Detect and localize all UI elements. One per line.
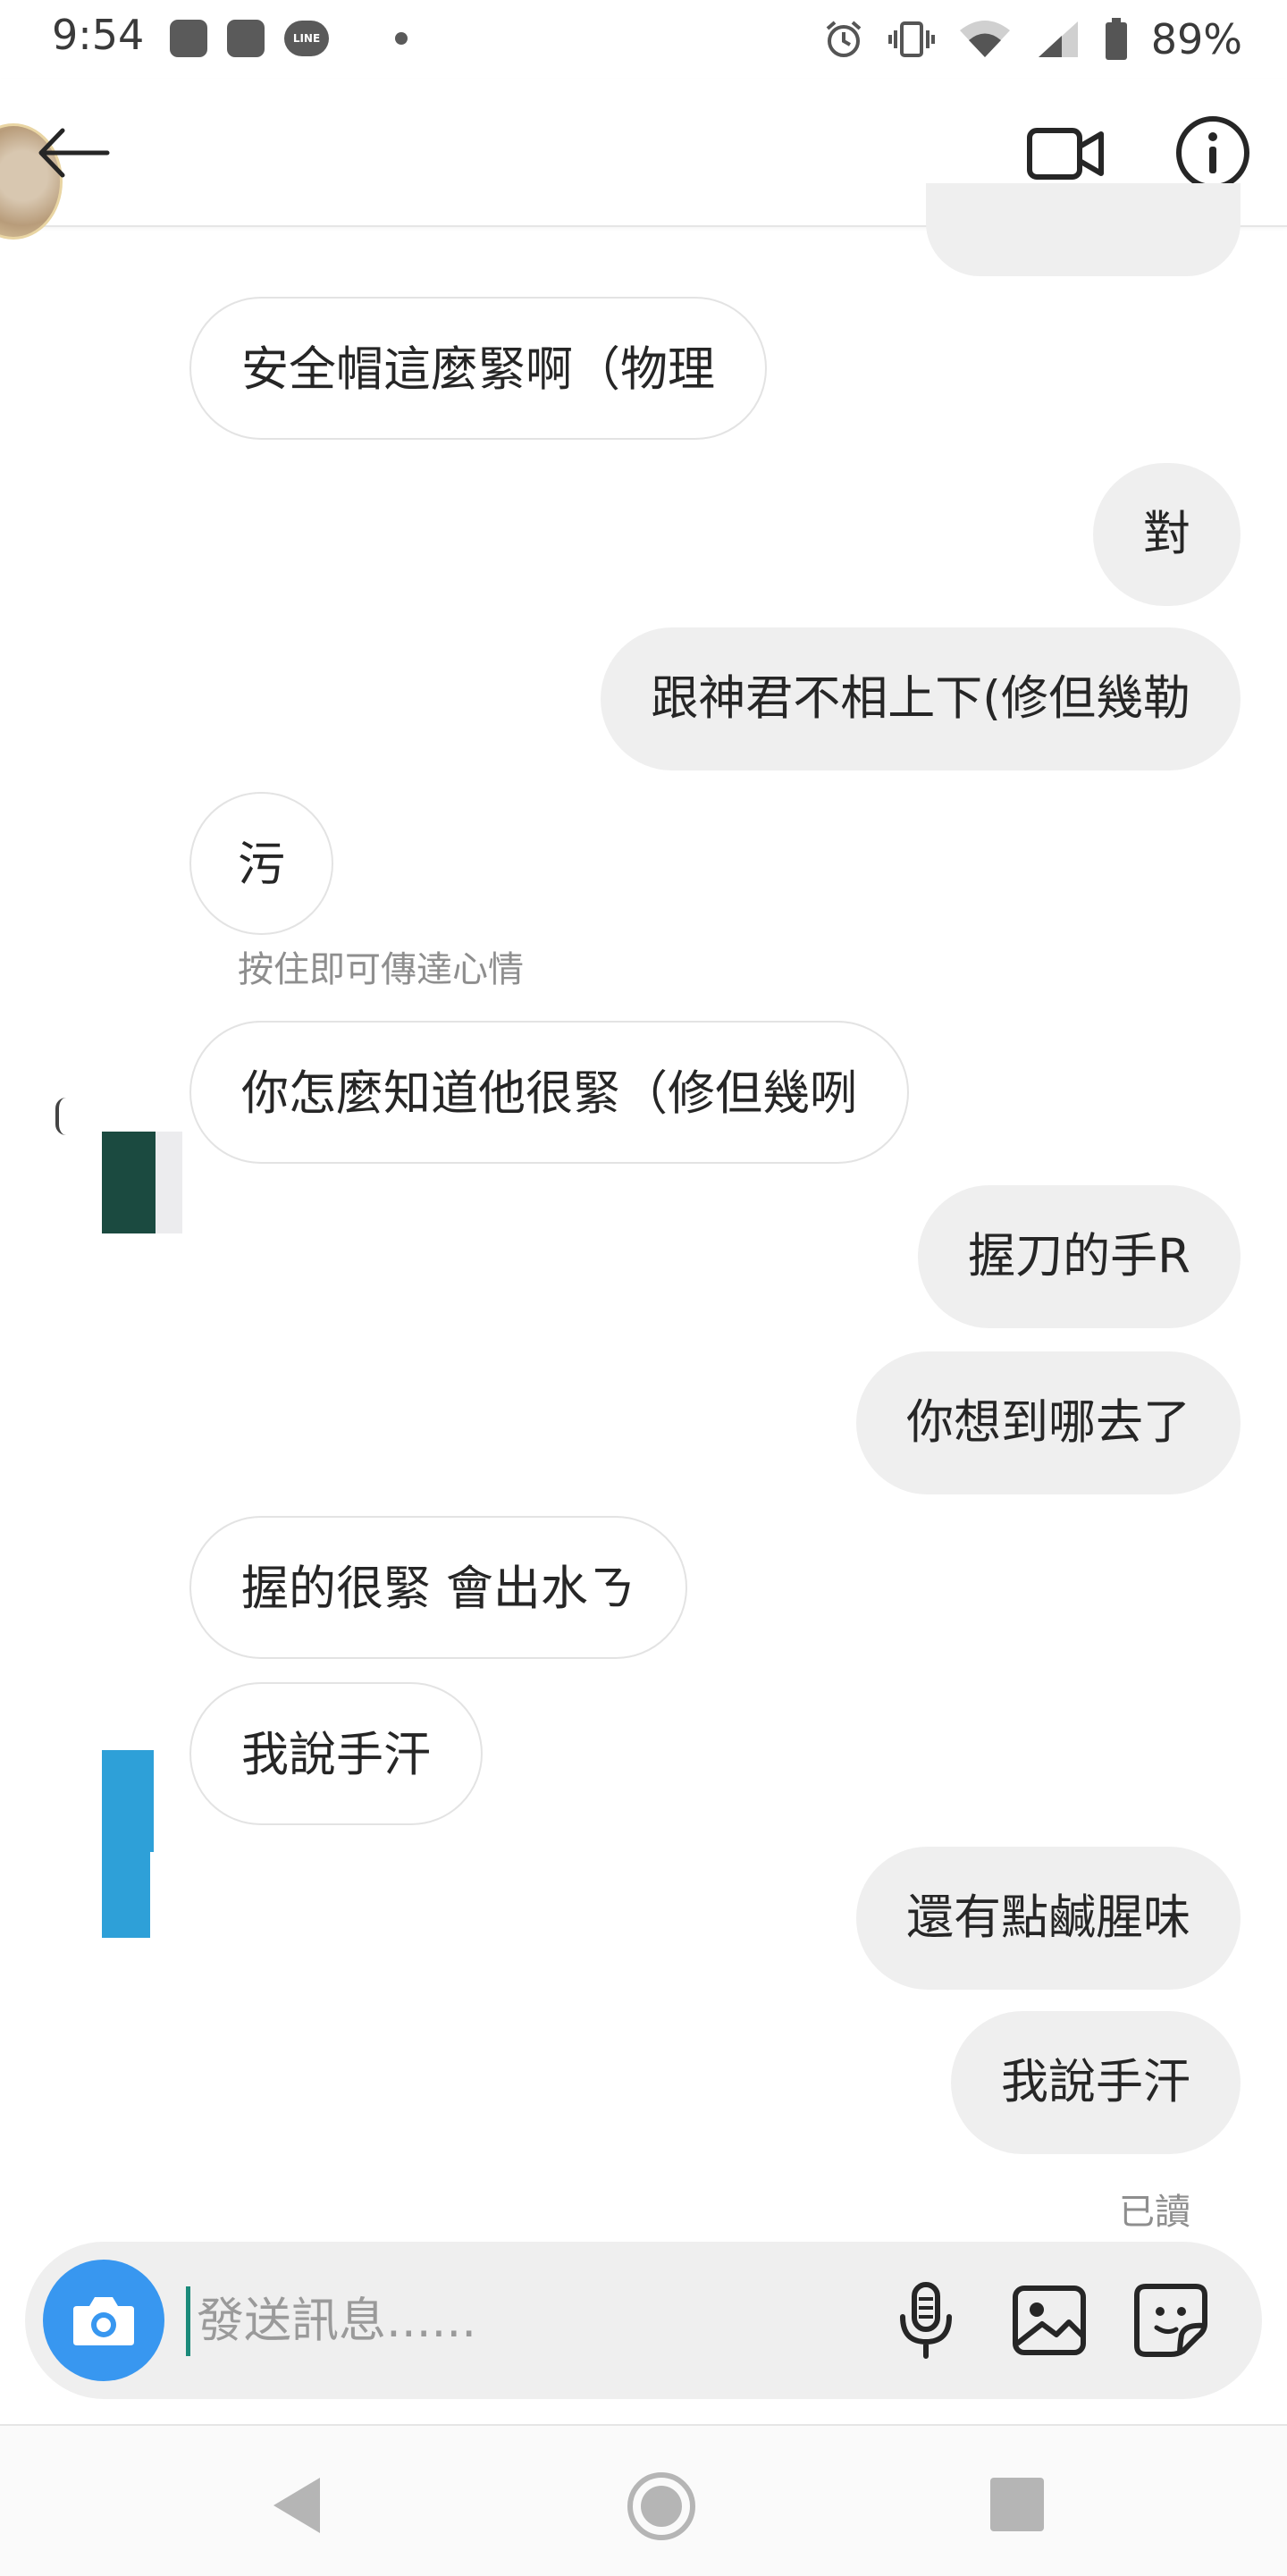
status-time: 9:54 bbox=[52, 11, 145, 59]
message-bubble-incoming[interactable]: 污 bbox=[189, 792, 333, 935]
microphone-icon[interactable] bbox=[883, 2277, 969, 2363]
notification-icons: LINE bbox=[170, 16, 408, 61]
message-bubble-incoming[interactable]: 我說手汗 bbox=[189, 1682, 483, 1825]
info-icon[interactable] bbox=[1171, 111, 1255, 195]
message-bubble-incoming[interactable]: 安全帽這麼緊啊（物理 bbox=[189, 297, 767, 440]
battery-icon bbox=[1105, 18, 1127, 60]
battery-percent: 89% bbox=[1150, 15, 1242, 63]
notification-icon bbox=[227, 20, 265, 57]
system-nav-bar bbox=[0, 2424, 1287, 2576]
avatar-edge bbox=[156, 1132, 182, 1233]
nav-back-icon[interactable] bbox=[268, 2474, 325, 2537]
avatar[interactable] bbox=[102, 1750, 154, 1852]
avatar-edge bbox=[55, 1098, 66, 1135]
notification-icon bbox=[170, 20, 207, 57]
message-bubble-outgoing[interactable]: 還有點鹹腥味 bbox=[856, 1847, 1241, 1990]
nav-recents-icon[interactable] bbox=[990, 2478, 1044, 2531]
line-app-icon: LINE bbox=[284, 21, 329, 56]
message-bubble-outgoing[interactable]: 跟神君不相上下(修但幾勒 bbox=[601, 627, 1241, 770]
gallery-icon[interactable] bbox=[1006, 2277, 1092, 2363]
message-bubble-outgoing[interactable]: 我說手汗 bbox=[951, 2011, 1241, 2154]
camera-button[interactable] bbox=[43, 2260, 164, 2381]
message-bubble-incoming[interactable]: 握的很緊 會出水ㄋ bbox=[189, 1516, 687, 1659]
message-bubble-outgoing[interactable]: 你想到哪去了 bbox=[856, 1351, 1241, 1494]
camera-icon bbox=[73, 2297, 134, 2345]
wifi-icon bbox=[959, 21, 1010, 57]
message-bubble-outgoing[interactable]: 握刀的手R bbox=[918, 1185, 1241, 1328]
dot-icon bbox=[395, 32, 408, 45]
message-bubble-incoming[interactable]: 你怎麼知道他很緊（修但幾咧 bbox=[189, 1021, 909, 1164]
text-cursor bbox=[186, 2286, 190, 2356]
message-bubble-outgoing[interactable]: 對 bbox=[1093, 463, 1241, 606]
status-bar: 9:54 LINE 89% bbox=[0, 0, 1287, 79]
message-composer bbox=[25, 2242, 1262, 2399]
system-icons: 89% bbox=[822, 13, 1242, 66]
alarm-icon bbox=[826, 21, 862, 57]
back-arrow-icon[interactable] bbox=[34, 113, 114, 193]
message-input[interactable] bbox=[197, 2276, 876, 2365]
reaction-hint: 按住即可傳達心情 bbox=[238, 949, 524, 990]
signal-icon bbox=[1038, 21, 1078, 57]
avatar-edge bbox=[102, 1852, 150, 1938]
message-bubble-partial bbox=[926, 183, 1241, 276]
seen-status: 已讀 bbox=[1119, 2192, 1190, 2233]
sticker-icon[interactable] bbox=[1128, 2277, 1214, 2363]
avatar[interactable] bbox=[102, 1132, 156, 1233]
nav-home-icon[interactable] bbox=[626, 2471, 697, 2542]
vibrate-icon bbox=[887, 21, 935, 57]
